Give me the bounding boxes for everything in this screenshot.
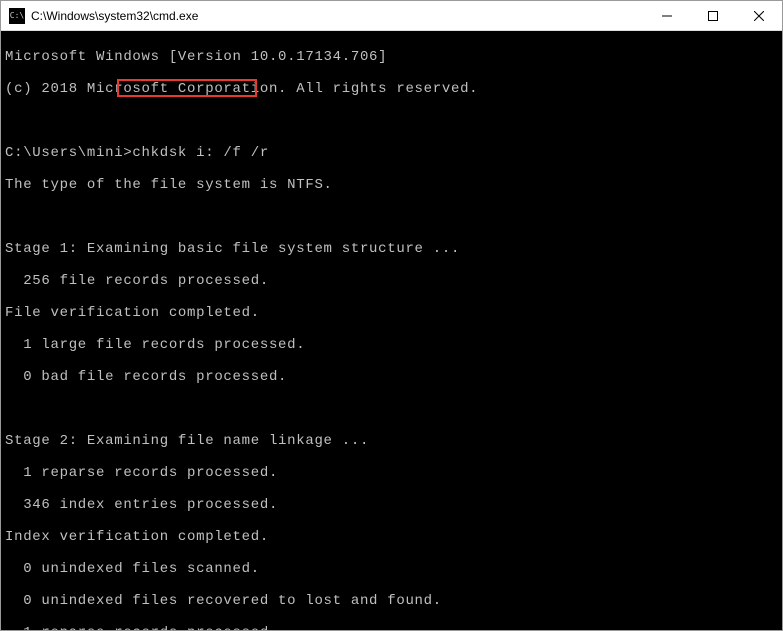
output-blank [5, 401, 778, 417]
window-title: C:\Windows\system32\cmd.exe [31, 9, 644, 23]
close-button[interactable] [736, 1, 782, 30]
maximize-button[interactable] [690, 1, 736, 30]
output-line: Stage 2: Examining file name linkage ... [5, 433, 778, 449]
minimize-icon [662, 11, 672, 21]
output-line: 1 reparse records processed. [5, 625, 778, 630]
output-blank [5, 113, 778, 129]
titlebar[interactable]: C:\ C:\Windows\system32\cmd.exe [1, 1, 782, 31]
output-line: 1 large file records processed. [5, 337, 778, 353]
output-line: 0 unindexed files recovered to lost and … [5, 593, 778, 609]
output-line: The type of the file system is NTFS. [5, 177, 778, 193]
output-blank [5, 209, 778, 225]
prompt-prefix: C:\Users\mini> [5, 145, 132, 161]
output-line: (c) 2018 Microsoft Corporation. All righ… [5, 81, 778, 97]
prompt-line: C:\Users\mini>chkdsk i: /f /r [5, 145, 778, 161]
terminal-area[interactable]: Microsoft Windows [Version 10.0.17134.70… [1, 31, 782, 630]
output-line: 1 reparse records processed. [5, 465, 778, 481]
output-line: Index verification completed. [5, 529, 778, 545]
cmd-window: C:\ C:\Windows\system32\cmd.exe Microsof… [0, 0, 783, 631]
maximize-icon [708, 11, 718, 21]
output-line: 0 bad file records processed. [5, 369, 778, 385]
output-line: 0 unindexed files scanned. [5, 561, 778, 577]
output-line: 346 index entries processed. [5, 497, 778, 513]
output-line: 256 file records processed. [5, 273, 778, 289]
cmd-icon-glyph: C:\ [10, 12, 24, 20]
close-icon [754, 11, 764, 21]
output-line: Microsoft Windows [Version 10.0.17134.70… [5, 49, 778, 65]
minimize-button[interactable] [644, 1, 690, 30]
window-controls [644, 1, 782, 30]
output-line: File verification completed. [5, 305, 778, 321]
cmd-icon: C:\ [9, 8, 25, 24]
prompt-command: chkdsk i: /f /r [132, 145, 269, 161]
output-line: Stage 1: Examining basic file system str… [5, 241, 778, 257]
